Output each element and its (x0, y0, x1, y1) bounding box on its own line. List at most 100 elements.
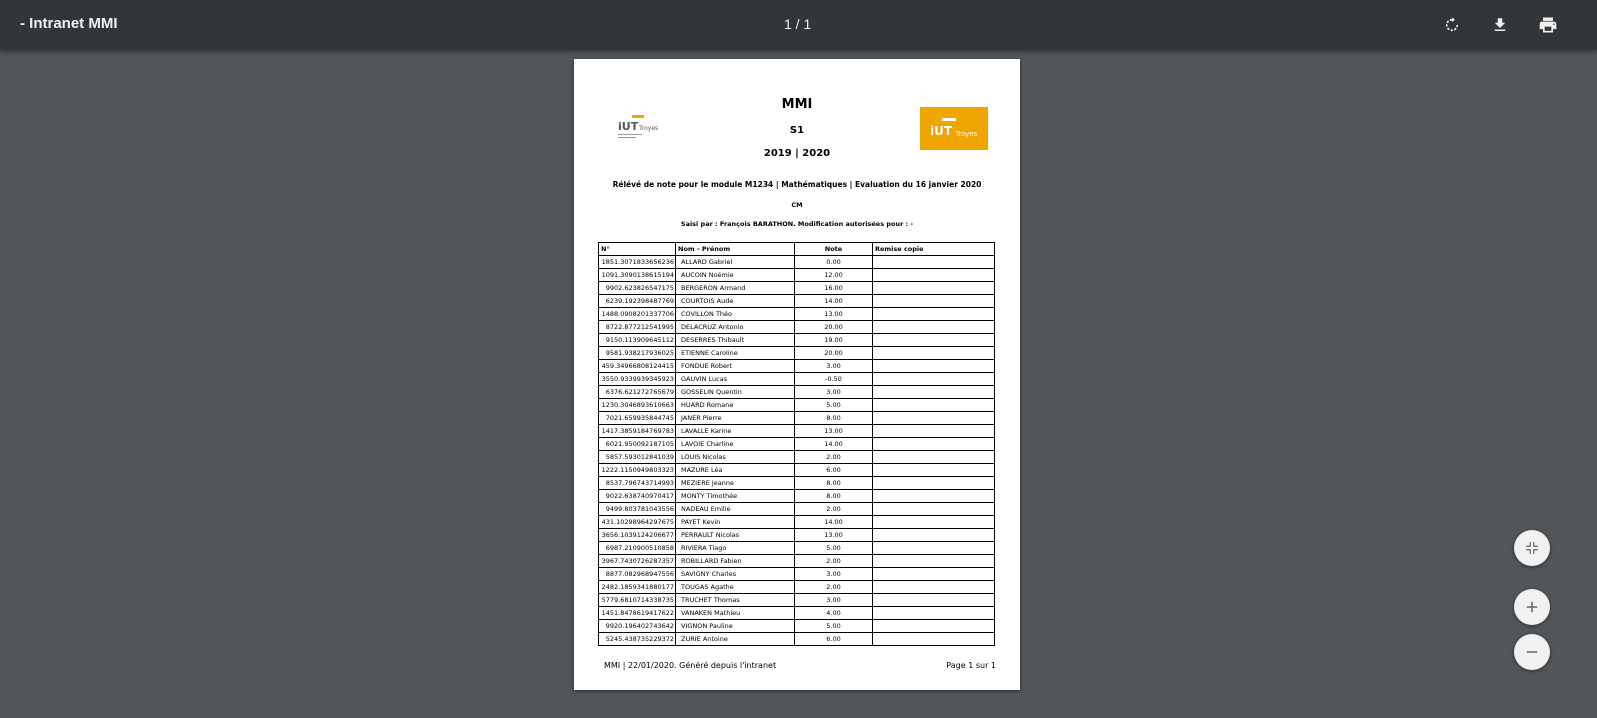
student-name: LOUIS Nicolas (675, 450, 795, 464)
student-number: 6239.192398487769 (598, 294, 676, 308)
student-number: 1451.8478619417622 (598, 606, 676, 620)
student-name: ALLARD Gabriel (675, 255, 795, 269)
student-grade: 14.00 (794, 515, 873, 529)
table-row: 9902.623826547175 BERGERON Armand 16.00 (598, 281, 995, 295)
copy-returned (872, 294, 995, 308)
student-name: TRUCHET Thomas (675, 593, 795, 607)
student-name: DELACRUZ Antonio (675, 320, 795, 334)
copy-returned (872, 541, 995, 555)
fit-to-page-button[interactable] (1514, 530, 1550, 566)
entered-by: Saisi par : François BARATHON. Modificat… (680, 220, 914, 228)
copy-returned (872, 502, 995, 516)
copy-returned (872, 489, 995, 503)
table-row: 3656.1039124206677 PERRAULT Nicolas 13.00 (598, 528, 995, 542)
student-number: 6987.210900510858 (598, 541, 676, 555)
student-grade: 5.00 (794, 398, 873, 412)
student-grade: 13.00 (794, 528, 873, 542)
student-grade: 20.00 (794, 346, 873, 360)
download-button[interactable] (1488, 13, 1512, 37)
minus-icon (1526, 651, 1538, 653)
plus-icon (1526, 601, 1538, 613)
copy-returned (872, 554, 995, 568)
student-number: 1222.1150949803323 (598, 463, 676, 477)
copy-returned (872, 346, 995, 360)
student-name: ROBILLARD Fabien (675, 554, 795, 568)
student-grade: 5.00 (794, 619, 873, 633)
table-row: 8537.796743714993 MEZIERE Jeanne 8.00 (598, 476, 995, 490)
download-icon (1494, 18, 1506, 31)
table-row: 6021.950092187105 LAVOIE Charline 14.00 (598, 437, 995, 451)
student-name: JANER Pierre (675, 411, 795, 425)
student-name: DESERRES Thibault (675, 333, 795, 347)
student-number: 6021.950092187105 (598, 437, 676, 451)
student-number: 8722.877212541995 (598, 320, 676, 334)
table-row: 1451.8478619417622 VANAKEN Mathieu 4.00 (598, 606, 995, 620)
student-grade: 14.00 (794, 437, 873, 451)
table-row: 5779.6810714338735 TRUCHET Thomas 3.00 (598, 593, 995, 607)
print-button[interactable] (1536, 13, 1560, 37)
pdf-page: iUT Troyes iUT Troyes MMI S1 2019 | 2020… (574, 59, 1020, 690)
zoom-in-button[interactable] (1514, 589, 1550, 625)
student-number: 3550.9339939345923 (598, 372, 676, 386)
table-row: 431.10298964297675 PAYET Kevin 14.00 (598, 515, 995, 529)
heading-department: MMI (781, 97, 813, 112)
student-grade: 8.00 (794, 411, 873, 425)
copy-returned (872, 476, 995, 490)
student-name: ETIENNE Caroline (675, 346, 795, 360)
student-grade: -0.50 (794, 372, 873, 386)
student-number: 431.10298964297675 (598, 515, 676, 529)
heading-semester: S1 (789, 125, 805, 136)
student-grade: 2.00 (794, 450, 873, 464)
copy-returned (872, 450, 995, 464)
student-number: 8877.082968947556 (598, 567, 676, 581)
table-row: 6376.621272765679 GOSSELIN Quentin 3.00 (598, 385, 995, 399)
table-header-row: N° Nom - Prénom Note Remise copie (598, 242, 995, 256)
student-grade: 6.00 (794, 463, 873, 477)
copy-returned (872, 398, 995, 412)
student-number: 5857.593012841039 (598, 450, 676, 464)
student-grade: 4.00 (794, 606, 873, 620)
document-title: - Intranet MMI (20, 15, 118, 32)
copy-returned (872, 593, 995, 607)
table-row: 1230.3046893610663 HUARD Romane 5.00 (598, 398, 995, 412)
table-row: 5245.438735229372 ZURIE Antoine 6.00 (598, 632, 995, 646)
student-number: 3656.1039124206677 (598, 528, 676, 542)
student-grade: 8.00 (794, 489, 873, 503)
header-grade: Note (794, 242, 873, 256)
table-row: 1488.0908201337706 COVILLON Théo 13.00 (598, 307, 995, 321)
student-grade: 2.00 (794, 580, 873, 594)
student-number: 9581.938217936025 (598, 346, 676, 360)
student-number: 9499.803781043556 (598, 502, 676, 516)
student-name: TOUGAS Agathe (675, 580, 795, 594)
copy-returned (872, 515, 995, 529)
student-number: 5245.438735229372 (598, 632, 676, 646)
student-number: 1851.3071833656236 (598, 255, 676, 269)
viewer-toolbar: - Intranet MMI 1 / 1 (0, 0, 1597, 50)
student-name: BERGERON Armand (675, 281, 795, 295)
student-grade: 3.00 (794, 385, 873, 399)
table-row: 2482.1859341880177 TOUGAS Agathe 2.00 (598, 580, 995, 594)
student-number: 9022.638740970417 (598, 489, 676, 503)
copy-returned (872, 567, 995, 581)
table-row: 5857.593012841039 LOUIS Nicolas 2.00 (598, 450, 995, 464)
student-number: 8537.796743714993 (598, 476, 676, 490)
evaluation-type: CM (791, 201, 803, 209)
student-name: FONDUE Robert (675, 359, 795, 373)
table-row: 8722.877212541995 DELACRUZ Antonio 20.00 (598, 320, 995, 334)
zoom-out-button[interactable] (1514, 634, 1550, 670)
table-row: 1091.3090138615194 AUCOIN Noémie 12.00 (598, 268, 995, 282)
page-indicator: 1 / 1 (784, 16, 812, 32)
student-name: VANAKEN Mathieu (675, 606, 795, 620)
footer-left: MMI | 22/01/2020. Généré depuis l'intran… (604, 661, 777, 670)
grades-table-container: N° Nom - Prénom Note Remise copie 1851.3… (598, 242, 995, 646)
copy-returned (872, 619, 995, 633)
grades-table: N° Nom - Prénom Note Remise copie 1851.3… (598, 242, 995, 646)
copy-returned (872, 359, 995, 373)
copy-returned (872, 372, 995, 386)
rotate-button[interactable] (1440, 13, 1464, 37)
table-row: 9150.113909645112 DESERRES Thibault 19.00 (598, 333, 995, 347)
student-grade: 12.00 (794, 268, 873, 282)
copy-returned (872, 333, 995, 347)
header-number: N° (598, 242, 676, 256)
student-grade: 3.00 (794, 567, 873, 581)
